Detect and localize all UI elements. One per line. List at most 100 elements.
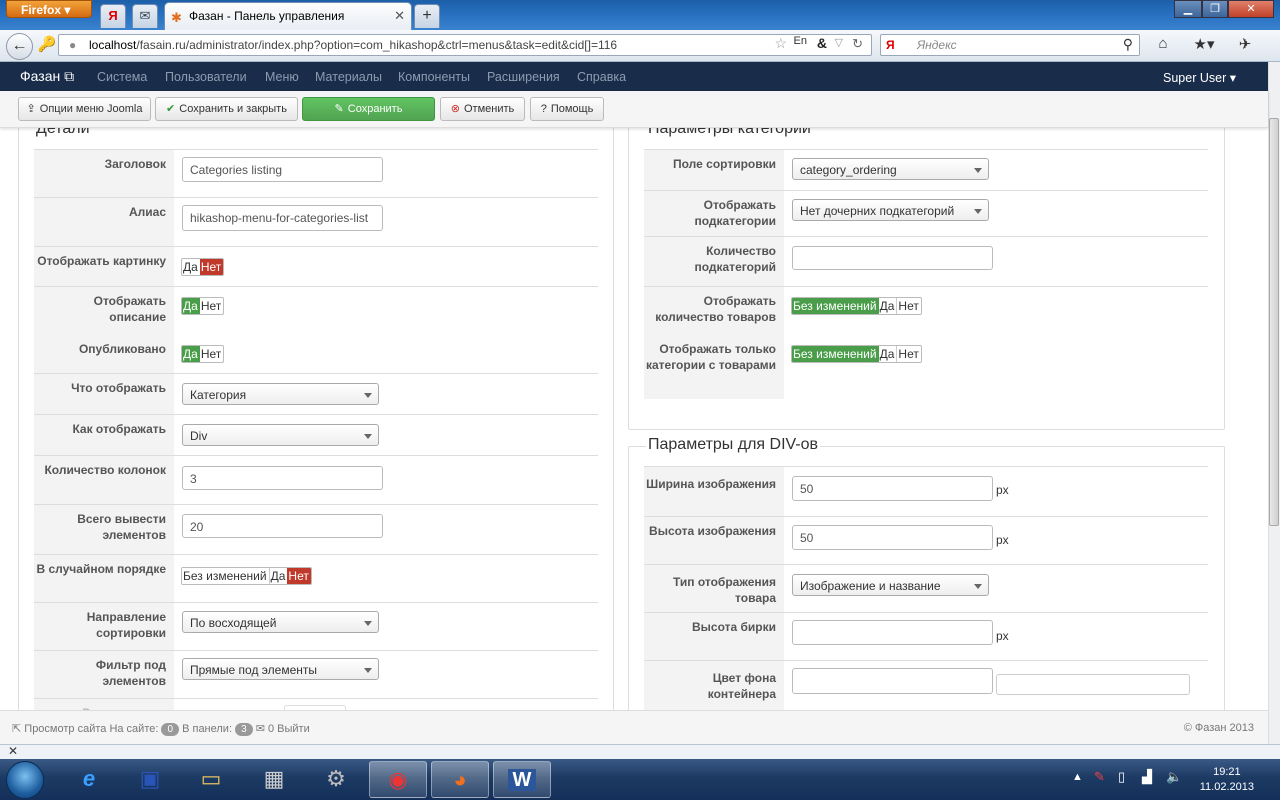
toggle-no[interactable]: Нет — [200, 346, 223, 362]
word-icon[interactable]: W — [493, 761, 551, 798]
tray-device-icon[interactable]: ▯ — [1118, 769, 1125, 785]
ampersand-icon[interactable]: & — [817, 35, 827, 51]
start-button-icon[interactable] — [6, 761, 44, 799]
firefox-menu-button[interactable]: Firefox ▾ — [6, 0, 92, 18]
save-button[interactable]: ✎ Сохранить — [302, 97, 435, 121]
img-height-input[interactable]: 50 — [792, 525, 993, 550]
what-select[interactable]: Категория — [182, 383, 379, 405]
help-button[interactable]: ? Помощь — [530, 97, 604, 121]
translate-icon[interactable]: En — [794, 35, 807, 47]
filter-select[interactable]: Прямые под элементы — [182, 658, 379, 680]
close-window-icon[interactable]: ✕ — [1228, 0, 1274, 18]
bookmark-star-icon[interactable]: ☆ — [774, 35, 787, 52]
toggle-no[interactable]: Нет — [896, 346, 920, 362]
reload-icon[interactable]: ↻ — [852, 36, 863, 52]
minimize-window-icon[interactable]: ▁ — [1174, 0, 1202, 18]
sort-field-select[interactable]: category_ordering — [792, 158, 989, 180]
bg-color-picker[interactable] — [996, 674, 1190, 695]
row-sort-field: Поле сортировки category_ordering — [644, 149, 1208, 191]
ie-icon[interactable]: e — [60, 761, 118, 798]
addons-icon[interactable]: ✈ — [1234, 35, 1256, 55]
toggle-nochange[interactable]: Без изменений — [182, 568, 269, 584]
tab-active[interactable]: ✱ Фазан - Панель управления ✕ — [164, 2, 412, 30]
firefox-icon[interactable]: ◕ — [431, 761, 489, 798]
menu-menus[interactable]: Меню — [265, 70, 299, 84]
maximize-window-icon[interactable]: ❐ — [1202, 0, 1228, 18]
toggle-yes[interactable]: Да — [182, 346, 200, 362]
save-close-button[interactable]: ✔ Сохранить и закрыть — [155, 97, 298, 121]
settings-gear-icon[interactable]: ⚙ — [307, 761, 365, 798]
tray-expand-icon[interactable]: ▲ — [1072, 771, 1083, 783]
new-tab-icon[interactable]: + — [414, 4, 440, 28]
chrome-icon[interactable]: ◉ — [369, 761, 427, 798]
tag-height-input[interactable] — [792, 620, 993, 645]
alias-input[interactable]: hikashop-menu-for-categories-list — [182, 205, 383, 231]
toggle-yes[interactable]: Да — [182, 298, 200, 314]
search-box[interactable]: Я Яндекс ⚲ — [880, 34, 1140, 56]
how-select[interactable]: Div — [182, 424, 379, 446]
messages-count[interactable]: 0 — [268, 723, 274, 735]
toggle-yes[interactable]: Да — [879, 298, 897, 314]
tab-yandex[interactable]: Я — [100, 4, 126, 28]
site-identity-icon[interactable]: 🔑 — [36, 35, 58, 55]
toggle-no[interactable]: Нет — [199, 259, 224, 275]
show-sub-select[interactable]: Нет дочерних подкатегорий — [792, 199, 989, 221]
toggle-no[interactable]: Нет — [287, 568, 311, 584]
menu-components[interactable]: Компоненты — [398, 70, 470, 84]
title-input[interactable]: Categories listing — [182, 157, 383, 182]
save-floppy-icon[interactable]: ▣ — [121, 761, 179, 798]
user-menu[interactable]: Super User ▾ — [1163, 70, 1236, 85]
sort-dir-select[interactable]: По восходящей — [182, 611, 379, 633]
random-toggle[interactable]: Без изменений Да Нет — [181, 567, 312, 585]
toggle-nochange[interactable]: Без изменений — [792, 298, 879, 314]
folder-icon[interactable]: ▭ — [182, 761, 240, 798]
row-bg-color: Цвет фона контейнера — [644, 660, 1208, 710]
back-icon[interactable]: ← — [6, 33, 33, 60]
show-desc-toggle[interactable]: Да Нет — [181, 297, 225, 315]
toggle-yes[interactable]: Да — [182, 259, 200, 275]
cancel-button[interactable]: ⊗ Отменить — [440, 97, 525, 121]
url-bar[interactable]: ● localhost/fasain.ru/administrator/inde… — [58, 34, 872, 56]
yandex-search-icon: Я — [886, 38, 895, 52]
toggle-yes[interactable]: Да — [268, 568, 288, 584]
home-icon[interactable]: ⌂ — [1152, 35, 1174, 55]
close-tab-icon[interactable]: ✕ — [394, 8, 405, 24]
brand-link[interactable]: Фазан ⧉ — [20, 68, 74, 85]
show-count-label: Отображать количество товаров Отображать … — [644, 287, 784, 399]
only-with-toggle[interactable]: Без изменений Да Нет — [791, 345, 922, 363]
published-toggle[interactable]: Да Нет — [181, 345, 225, 363]
scrollbar-thumb[interactable] — [1269, 118, 1279, 526]
row-what: Что отображать Категория — [34, 373, 598, 415]
menu-extensions[interactable]: Расширения — [487, 70, 560, 84]
toggle-no[interactable]: Нет — [896, 298, 920, 314]
display-type-select[interactable]: Изображение и название — [792, 574, 989, 596]
network-signal-icon[interactable]: ▟ — [1142, 769, 1152, 785]
columns-input[interactable]: 3 — [182, 466, 383, 490]
tray-pen-icon[interactable]: ✎ — [1094, 769, 1105, 785]
dropdown-arrow-icon[interactable]: ▽ — [835, 36, 843, 49]
toggle-no[interactable]: Нет — [200, 298, 223, 314]
system-clock[interactable]: 19:21 11.02.2013 — [1200, 765, 1254, 795]
joomla-options-button[interactable]: ⇪ Опции меню Joomla — [18, 97, 151, 121]
toggle-yes[interactable]: Да — [879, 346, 897, 362]
sub-count-input[interactable] — [792, 246, 993, 270]
close-findbar-icon[interactable]: ✕ — [8, 744, 18, 758]
tab-mail[interactable]: ✉ — [132, 4, 158, 28]
menu-help[interactable]: Справка — [577, 70, 626, 84]
menu-system[interactable]: Система — [97, 70, 147, 84]
search-icon[interactable]: ⚲ — [1123, 36, 1133, 53]
menu-users[interactable]: Пользователи — [165, 70, 247, 84]
total-input[interactable]: 20 — [182, 514, 383, 538]
bg-color-input[interactable] — [792, 668, 993, 694]
menu-content[interactable]: Материалы — [315, 70, 382, 84]
show-image-toggle[interactable]: Да Нет — [181, 258, 225, 276]
on-site-badge: 0 — [161, 723, 180, 736]
img-width-input[interactable]: 50 — [792, 476, 993, 501]
bookmarks-icon[interactable]: ★▾ — [1188, 35, 1220, 55]
preview-link[interactable]: Просмотр сайта — [24, 723, 106, 735]
calculator-icon[interactable]: ▦ — [245, 761, 303, 798]
volume-icon[interactable]: 🔈 — [1166, 769, 1182, 785]
logout-link[interactable]: Выйти — [277, 723, 310, 735]
toggle-nochange[interactable]: Без изменений — [792, 346, 879, 362]
show-count-toggle[interactable]: Без изменений Да Нет — [791, 297, 922, 315]
